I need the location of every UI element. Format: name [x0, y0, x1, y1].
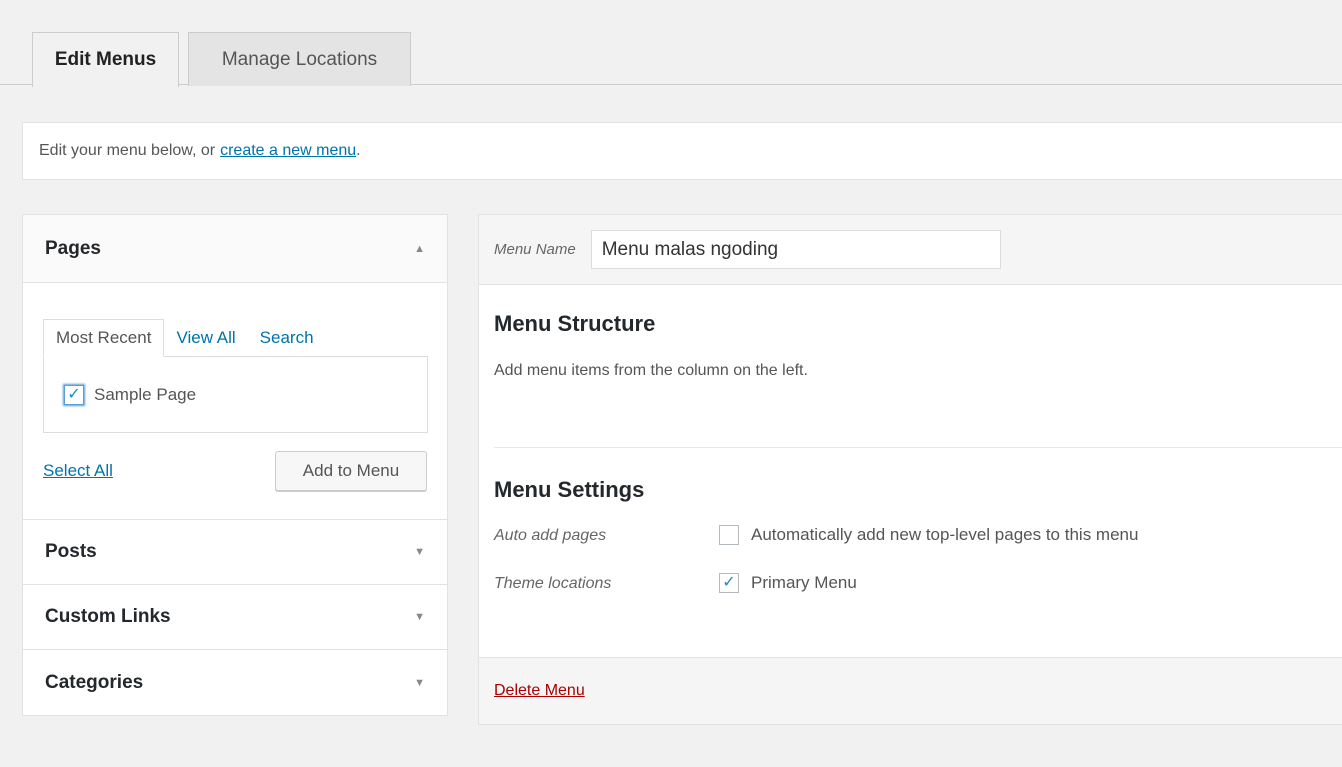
divider	[494, 447, 1342, 448]
menu-name-label: Menu Name	[494, 241, 576, 258]
select-all-link[interactable]: Select All	[43, 461, 113, 481]
tab-manage-locations[interactable]: Manage Locations	[188, 32, 411, 86]
menu-structure-description: Add menu items from the column on the le…	[494, 362, 808, 379]
auto-add-pages-text: Automatically add new top-level pages to…	[751, 525, 1139, 544]
collapse-arrow-icon: ▲	[414, 242, 425, 255]
sample-page-label: Sample Page	[94, 385, 197, 404]
add-to-menu-button[interactable]: Add to Menu	[275, 451, 427, 491]
menu-settings-title: Menu Settings	[494, 477, 645, 502]
auto-add-pages-checkbox[interactable]	[719, 525, 739, 545]
check-icon: ✓	[67, 386, 81, 403]
subtab-view-all[interactable]: View All	[164, 319, 247, 357]
expand-arrow-icon: ▼	[414, 676, 425, 689]
theme-locations-label: Theme locations	[494, 575, 612, 592]
accordion-custom-links-header[interactable]: Custom Links ▼	[23, 585, 447, 650]
menu-structure-title: Menu Structure	[494, 311, 656, 336]
notice-suffix: .	[356, 142, 361, 159]
accordion-pages-title: Pages	[45, 237, 101, 259]
check-icon: ✓	[722, 574, 736, 591]
primary-menu-row[interactable]: ✓ Primary Menu	[719, 573, 857, 593]
pages-tab-panel: ✓ Sample Page	[43, 356, 428, 433]
primary-menu-text: Primary Menu	[751, 573, 857, 592]
accordion-pages-header[interactable]: Pages ▲	[23, 215, 447, 283]
accordion-categories-title: Categories	[45, 671, 144, 693]
page-checkbox-row[interactable]: ✓ Sample Page	[64, 385, 196, 405]
menu-footer: Delete Menu	[479, 657, 1342, 724]
subtab-search[interactable]: Search	[248, 319, 326, 357]
accordion-categories-header[interactable]: Categories ▼	[23, 650, 447, 715]
notice-text: Edit your menu below, or	[39, 142, 216, 159]
delete-menu-link[interactable]: Delete Menu	[494, 682, 585, 700]
create-new-menu-link[interactable]: create a new menu	[220, 142, 356, 160]
sample-page-checkbox[interactable]: ✓	[64, 385, 84, 405]
nav-tab-wrapper: Edit Menus Manage Locations	[0, 0, 1342, 87]
accordion-custom-links-title: Custom Links	[45, 606, 171, 627]
accordion-posts-title: Posts	[45, 541, 97, 562]
accordion-posts-header[interactable]: Posts ▼	[23, 520, 447, 585]
primary-menu-checkbox[interactable]: ✓	[719, 573, 739, 593]
auto-add-pages-row[interactable]: Automatically add new top-level pages to…	[719, 525, 1138, 545]
accordion-pages-body: Most Recent View All Search ✓ Sample Pag…	[23, 283, 447, 520]
menu-management-panel: Menu Name Menu Structure Add menu items …	[478, 214, 1342, 725]
pages-subtabs: Most Recent View All Search	[43, 319, 326, 357]
tab-edit-menus[interactable]: Edit Menus	[32, 32, 179, 87]
auto-add-pages-label: Auto add pages	[494, 527, 607, 544]
expand-arrow-icon: ▼	[414, 546, 425, 558]
manage-menus-notice: Edit your menu below, or create a new me…	[22, 122, 1342, 180]
expand-arrow-icon: ▼	[414, 611, 425, 623]
menu-header: Menu Name	[479, 215, 1342, 285]
menu-items-sidebar: Pages ▲ Most Recent View All Search ✓ Sa…	[22, 214, 448, 716]
subtab-most-recent[interactable]: Most Recent	[43, 319, 165, 357]
menu-name-input[interactable]	[590, 230, 1001, 269]
